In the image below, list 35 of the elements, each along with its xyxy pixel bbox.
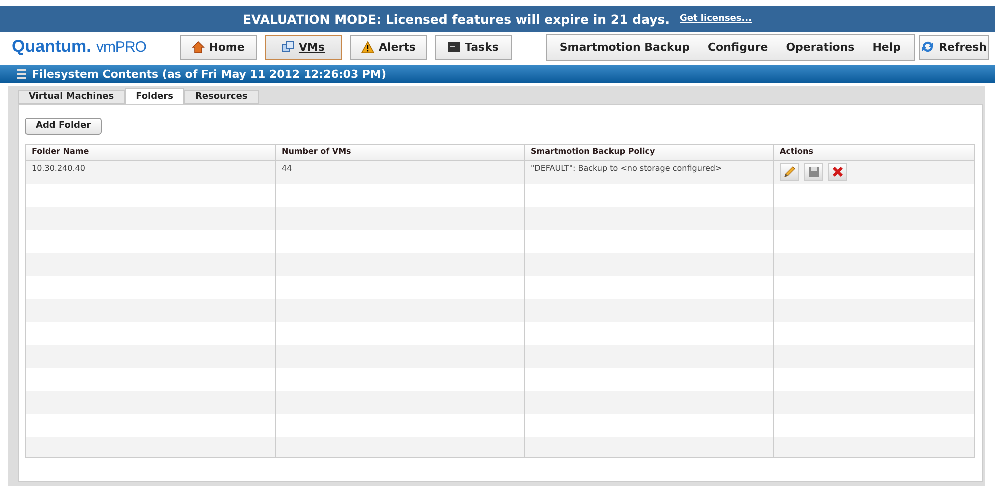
nav-button[interactable]: VMs — [265, 34, 342, 60]
refresh-icon — [921, 40, 935, 54]
tab[interactable]: Virtual Machines — [18, 90, 126, 104]
tab[interactable]: Folders — [125, 88, 184, 104]
delete-icon — [832, 166, 844, 178]
tab[interactable]: Resources — [184, 90, 259, 104]
column-header: Folder Name — [26, 144, 276, 160]
table-cell: 44 — [276, 160, 525, 184]
column-header: Smartmotion Backup Policy — [525, 144, 774, 160]
menu-item[interactable]: Help — [864, 40, 910, 54]
house-icon — [192, 40, 206, 54]
banner-message: EVALUATION MODE: Licensed features will expire in 21 days. — [242, 12, 670, 26]
table-cell: "DEFAULT": Backup to <no storage configured> — [525, 160, 774, 184]
pencil-icon — [782, 164, 796, 178]
column-header: Number of VMs — [276, 144, 525, 160]
edit-button[interactable] — [780, 162, 799, 180]
refresh-button[interactable]: Refresh — [919, 34, 989, 60]
nav-button[interactable]: Alerts — [350, 34, 427, 60]
get-licenses-link[interactable]: Get licenses... — [680, 14, 752, 24]
logo: Quantum. vmPRO — [12, 37, 148, 57]
table-cell: 10.30.240.40 — [26, 160, 276, 184]
menu-item[interactable]: Configure — [698, 40, 778, 54]
nav-button[interactable]: Home — [180, 34, 257, 60]
menu-item[interactable]: Operations — [777, 40, 864, 54]
section-title: Filesystem Contents (as of Fri May 11 2012 12:26:03 PM) — [32, 68, 386, 80]
save-button[interactable] — [804, 162, 823, 180]
nav-button[interactable]: Tasks — [435, 34, 512, 60]
add-folder-button[interactable]: Add Folder — [25, 118, 102, 134]
delete-button[interactable] — [828, 162, 847, 180]
list-icon — [17, 68, 26, 80]
windows-icon — [282, 40, 295, 54]
menu-item[interactable]: Smartmotion Backup — [550, 40, 699, 54]
column-header: Actions — [779, 146, 814, 158]
warning-icon — [361, 40, 375, 54]
terminal-icon — [448, 42, 462, 52]
